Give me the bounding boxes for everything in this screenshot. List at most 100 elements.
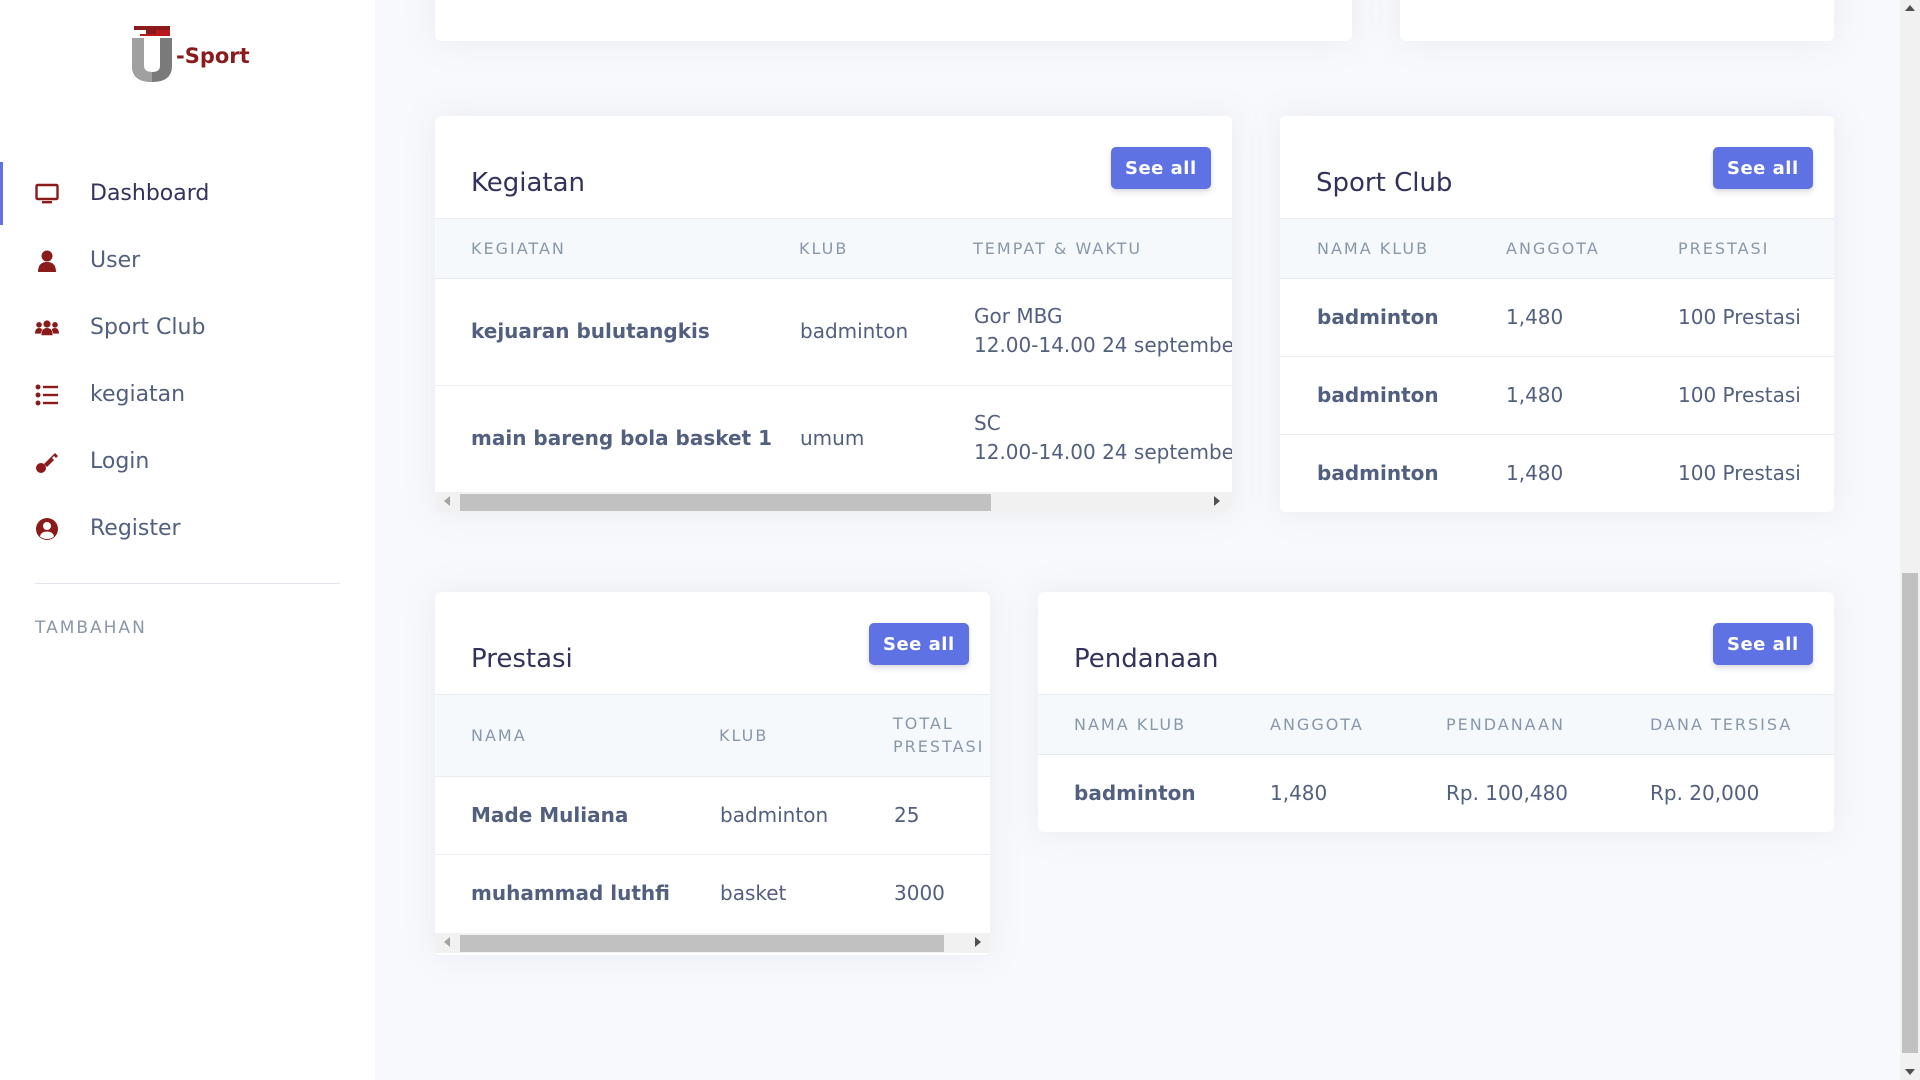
sport-club-see-all-button[interactable]: See all <box>1713 147 1813 189</box>
sidebar-item-label: Register <box>90 516 181 541</box>
sidebar-item-sport-club[interactable]: Sport Club <box>0 294 375 361</box>
kegiatan-tempat: SC <box>974 411 1001 435</box>
sidebar-item-kegiatan[interactable]: kegiatan <box>0 361 375 428</box>
column-header[interactable]: NAMA <box>471 725 527 747</box>
table-row[interactable]: main bareng bola basket 1 umum SC 12.00-… <box>435 386 1232 492</box>
pendanaan-dana: Rp. 100,480 <box>1446 781 1569 805</box>
column-header[interactable]: DANA TERSISA <box>1650 714 1792 736</box>
club-name: badminton <box>1317 305 1439 329</box>
sidebar: -Sport Dashboard User Sport Club kegiata… <box>0 0 375 1080</box>
prestasi-title: Prestasi <box>471 644 573 674</box>
prestasi-klub: badminton <box>720 803 829 827</box>
sidebar-divider <box>35 583 340 584</box>
user-circle-icon <box>35 517 59 541</box>
table-row[interactable]: muhammad luthfi basket 3000 <box>435 855 990 933</box>
column-header[interactable]: KLUB <box>799 238 848 260</box>
kegiatan-horizontal-scrollbar[interactable] <box>435 492 1232 512</box>
pendanaan-nama: badminton <box>1074 781 1196 805</box>
club-anggota: 1,480 <box>1506 383 1564 407</box>
prestasi-total: 3000 <box>894 881 945 905</box>
user-icon <box>35 249 59 273</box>
kegiatan-title: Kegiatan <box>471 168 586 198</box>
column-header[interactable]: ANGGOTA <box>1270 714 1364 736</box>
scroll-down-arrow-icon[interactable] <box>1905 1069 1915 1075</box>
kegiatan-waktu: 12.00-14.00 24 september 20 <box>974 440 1232 464</box>
sidebar-item-label: kegiatan <box>90 382 186 407</box>
brand-name: -Sport <box>176 44 250 68</box>
sidebar-item-register[interactable]: Register <box>0 495 375 562</box>
brand-logo[interactable]: -Sport <box>130 26 250 84</box>
pendanaan-see-all-button[interactable]: See all <box>1713 623 1813 665</box>
pendanaan-card: Pendanaan See all NAMA KLUB ANGGOTA PEND… <box>1038 592 1834 832</box>
club-name: badminton <box>1317 461 1439 485</box>
sport-club-card: Sport Club See all NAMA KLUB ANGGOTA PRE… <box>1280 116 1834 512</box>
kegiatan-tempat: Gor MBG <box>974 304 1063 328</box>
prestasi-total: 25 <box>894 803 920 827</box>
column-header[interactable]: KEGIATAN <box>471 238 566 260</box>
pendanaan-table-header: NAMA KLUB ANGGOTA PENDANAAN DANA TERSISA <box>1038 694 1834 755</box>
scroll-up-arrow-icon[interactable] <box>1905 5 1915 11</box>
column-header[interactable]: PRESTASI <box>893 736 984 758</box>
kegiatan-card: Kegiatan See all KEGIATAN KLUB TEMPAT & … <box>435 116 1232 512</box>
table-row[interactable]: badminton 1,480 100 Prestasi <box>1280 279 1834 357</box>
kegiatan-klub: badminton <box>800 319 909 343</box>
sidebar-item-login[interactable]: Login <box>0 428 375 495</box>
sidebar-section-label: TAMBAHAN <box>35 618 147 638</box>
column-header[interactable]: KLUB <box>719 725 768 747</box>
prestasi-klub: basket <box>720 881 787 905</box>
card-top-right <box>1400 0 1834 41</box>
table-row[interactable]: badminton 1,480 Rp. 100,480 Rp. 20,000 <box>1038 755 1834 832</box>
table-row[interactable]: badminton 1,480 100 Prestasi <box>1280 357 1834 435</box>
kegiatan-see-all-button[interactable]: See all <box>1111 147 1211 189</box>
users-icon <box>35 316 59 340</box>
page-scroll-thumb[interactable] <box>1902 573 1918 1053</box>
column-header[interactable]: ANGGOTA <box>1506 238 1600 260</box>
scroll-thumb[interactable] <box>460 494 991 511</box>
sidebar-item-label: Sport Club <box>90 315 206 340</box>
scroll-left-arrow-icon[interactable] <box>444 496 450 506</box>
scroll-left-arrow-icon[interactable] <box>444 937 450 947</box>
sidebar-nav: Dashboard User Sport Club kegiatan Login <box>0 160 375 562</box>
page-vertical-scrollbar[interactable] <box>1900 0 1920 1080</box>
card-top-left <box>435 0 1352 41</box>
sport-club-title: Sport Club <box>1316 168 1453 198</box>
monitor-icon <box>35 182 59 206</box>
club-prestasi: 100 Prestasi <box>1678 305 1801 329</box>
sidebar-item-label: Login <box>90 449 150 474</box>
scroll-thumb[interactable] <box>460 935 944 952</box>
column-header[interactable]: TEMPAT & WAKTU <box>973 238 1142 260</box>
club-anggota: 1,480 <box>1506 305 1564 329</box>
prestasi-see-all-button[interactable]: See all <box>869 623 969 665</box>
prestasi-horizontal-scrollbar[interactable] <box>435 933 990 953</box>
sport-club-table-header: NAMA KLUB ANGGOTA PRESTASI <box>1280 218 1834 279</box>
kegiatan-name: kejuaran bulutangkis <box>471 319 710 343</box>
table-row[interactable]: kejuaran bulutangkis badminton Gor MBG 1… <box>435 279 1232 386</box>
pendanaan-sisa: Rp. 20,000 <box>1650 781 1760 805</box>
prestasi-nama: muhammad luthfi <box>471 881 670 905</box>
kegiatan-klub: umum <box>800 426 865 450</box>
scroll-right-arrow-icon[interactable] <box>975 937 981 947</box>
column-header[interactable]: PRESTASI <box>1678 238 1769 260</box>
key-icon <box>35 450 59 474</box>
sidebar-item-dashboard[interactable]: Dashboard <box>0 160 375 227</box>
club-anggota: 1,480 <box>1506 461 1564 485</box>
kegiatan-name: main bareng bola basket 1 <box>471 426 773 450</box>
club-name: badminton <box>1317 383 1439 407</box>
prestasi-table-header: NAMA KLUB TOTAL PRESTASI <box>435 694 990 777</box>
column-header[interactable]: PENDANAAN <box>1446 714 1565 736</box>
sidebar-item-label: User <box>90 248 141 273</box>
table-row[interactable]: Made Muliana badminton 25 <box>435 777 990 855</box>
column-header[interactable]: NAMA KLUB <box>1074 714 1186 736</box>
club-prestasi: 100 Prestasi <box>1678 383 1801 407</box>
scroll-right-arrow-icon[interactable] <box>1214 496 1220 506</box>
u-logo-icon <box>132 26 172 82</box>
prestasi-nama: Made Muliana <box>471 803 629 827</box>
table-row[interactable]: badminton 1,480 100 Prestasi <box>1280 435 1834 512</box>
list-icon <box>35 383 59 407</box>
column-header[interactable]: TOTAL <box>893 713 954 735</box>
pendanaan-anggota: 1,480 <box>1270 781 1328 805</box>
prestasi-card: Prestasi See all NAMA KLUB TOTAL PRESTAS… <box>435 592 990 955</box>
sidebar-item-user[interactable]: User <box>0 227 375 294</box>
kegiatan-table-header: KEGIATAN KLUB TEMPAT & WAKTU <box>435 218 1232 279</box>
column-header[interactable]: NAMA KLUB <box>1317 238 1429 260</box>
